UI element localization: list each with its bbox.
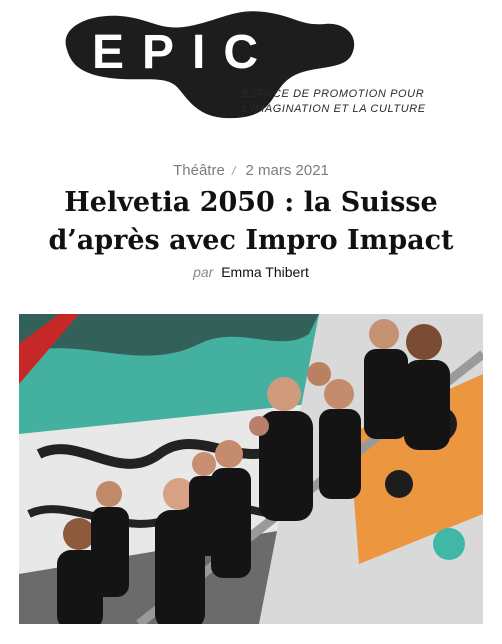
title-line-1: Helvetia 2050 : la Suisse (64, 187, 438, 218)
meta-separator: / (231, 164, 236, 178)
article-date: 2 mars 2021 (245, 162, 329, 179)
tagline-line-2: L'IMAGINATION ET LA CULTURE (242, 103, 426, 115)
author-link[interactable]: Emma Thibert (221, 264, 309, 280)
tagline-line-1: ESPACE DE PROMOTION POUR (242, 88, 425, 100)
byline-prefix: par (193, 264, 214, 280)
logo-letters: EPIC (92, 26, 276, 79)
article-photo[interactable] (19, 314, 483, 624)
category-link[interactable]: Théâtre (173, 162, 225, 179)
article-title: Helvetia 2050 : la Suisse d’après avec I… (20, 184, 482, 260)
article-meta: Théâtre / 2 mars 2021 (0, 162, 502, 179)
group-photo-graffiti-icon (19, 314, 483, 624)
site-tagline: ESPACE DE PROMOTION POUR L'IMAGINATION E… (242, 87, 426, 117)
title-line-2: d’après avec Impro Impact (48, 225, 454, 256)
article-byline: par Emma Thibert (0, 264, 502, 280)
